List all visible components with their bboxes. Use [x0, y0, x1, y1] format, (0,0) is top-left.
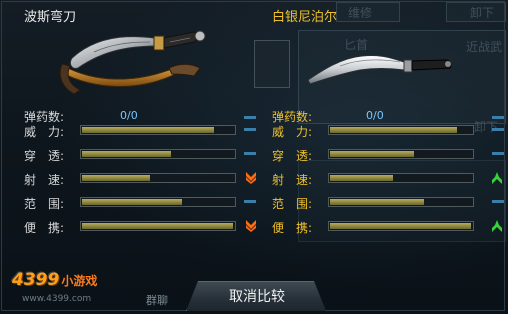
left-stat-bar	[80, 173, 236, 183]
right-stat-bar-fill	[330, 127, 457, 133]
right-stat-bar	[328, 197, 474, 207]
left-stat-bar-fill	[82, 223, 233, 229]
persian-scimitar-image	[59, 30, 206, 95]
right-stat-indicator	[492, 200, 504, 203]
stat-worse-arrow-icon	[246, 172, 256, 184]
left-stat-bar	[80, 221, 236, 231]
right-stat-bar-fill	[330, 151, 414, 157]
right-stat-bar-fill	[330, 199, 424, 205]
slot-divider	[254, 40, 290, 88]
left-weapon-name: 波斯弯刀	[24, 10, 77, 25]
left-stat-bar-fill	[82, 199, 182, 205]
cancel-compare-button[interactable]: 取消比较	[186, 281, 326, 311]
right-stat-label: 便 携:	[272, 221, 313, 235]
compare-panel: 维修 卸下 匕首 近战武 卸下 波斯弯刀 白银尼泊尔 弹药数: 0/0 弹药数:…	[0, 0, 508, 314]
stat-equal-indicator	[244, 128, 256, 131]
left-stat-bar	[80, 125, 236, 135]
stat-equal-indicator	[244, 200, 256, 203]
right-stat-bar	[328, 125, 474, 135]
left-stat-label: 范 围:	[24, 197, 65, 211]
right-stat-bar	[328, 221, 474, 231]
left-stat-bar	[80, 197, 236, 207]
group-chat-tab[interactable]: 群聊	[146, 292, 168, 308]
bg-repair-label: 维修	[348, 6, 373, 20]
left-ammo-value: 0/0	[120, 109, 138, 122]
right-stat-label: 威 力:	[272, 125, 313, 139]
stat-better-arrow-icon	[492, 172, 502, 184]
right-stat-bar	[328, 149, 474, 159]
logo-main-text: 4399	[12, 270, 60, 290]
left-stat-bar-fill	[82, 151, 171, 157]
bg-unequip-mid-label: 卸下	[474, 120, 499, 134]
left-stat-bar-fill	[82, 127, 214, 133]
right-stat-label: 范 围:	[272, 197, 313, 211]
right-stat-indicator	[492, 128, 504, 131]
stat-worse-arrow-icon	[246, 220, 256, 232]
4399-logo: 4399 小游戏	[12, 270, 97, 290]
right-ammo-indicator	[492, 116, 504, 119]
silver-kukri-image	[307, 55, 452, 85]
stat-better-arrow-icon	[492, 220, 502, 232]
right-stat-bar-fill	[330, 223, 471, 229]
ammo-equal-indicator	[244, 116, 256, 119]
logo-url: www.4399.com	[22, 294, 92, 304]
stat-equal-indicator	[244, 152, 256, 155]
right-weapon-name: 白银尼泊尔	[272, 10, 338, 25]
right-ammo-value: 0/0	[366, 109, 384, 122]
bg-unequip-top-label: 卸下	[470, 6, 495, 20]
right-stat-indicator	[492, 152, 504, 155]
left-stat-label: 威 力:	[24, 125, 65, 139]
right-stat-label: 射 速:	[272, 173, 313, 187]
bg-melee-label: 近战武	[466, 40, 503, 54]
right-stat-label: 穿 透:	[272, 149, 313, 163]
logo-sub-text: 小游戏	[61, 274, 98, 288]
left-stat-label: 便 携:	[24, 221, 65, 235]
left-stat-bar	[80, 149, 236, 159]
left-stat-bar-fill	[82, 175, 150, 181]
left-stat-label: 穿 透:	[24, 149, 65, 163]
right-stat-bar	[328, 173, 474, 183]
left-stat-label: 射 速:	[24, 173, 65, 187]
right-stat-bar-fill	[330, 175, 393, 181]
